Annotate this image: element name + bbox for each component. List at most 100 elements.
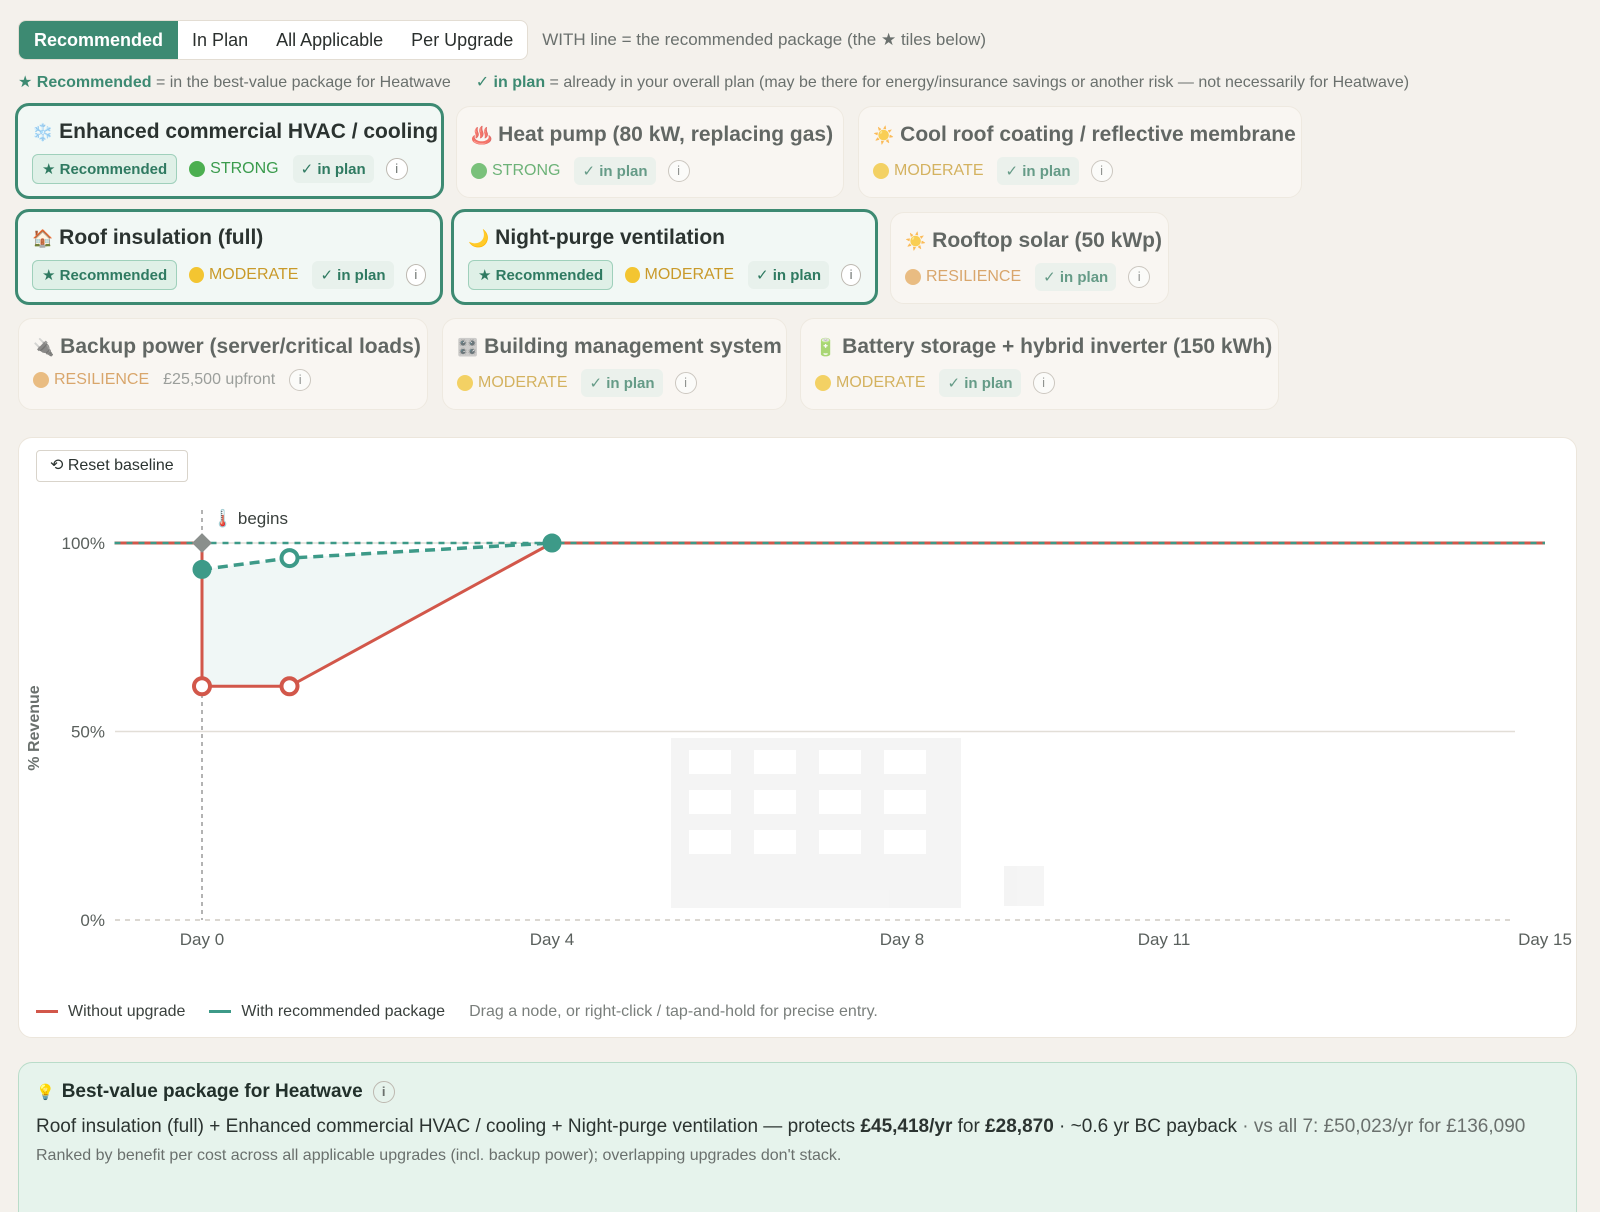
with-node[interactable] — [542, 533, 562, 553]
legend-with: With recommended package — [209, 1003, 445, 1021]
legend-recommended-text: = in the best-value package for Heatwave — [155, 74, 451, 91]
info-icon[interactable]: i — [841, 264, 861, 286]
y-tick-label: 0% — [80, 911, 105, 930]
tile-heat-pump[interactable]: ♨️ Heat pump (80 kW, replacing gas) STRON… — [456, 106, 844, 198]
upfront-cost: £25,500 upfront — [163, 371, 276, 388]
strength-label: MODERATE — [836, 374, 926, 391]
x-tick-label: Day 15 — [1518, 930, 1572, 949]
strength-dot — [471, 163, 487, 179]
x-tick-label: Day 4 — [530, 930, 574, 949]
tile-roof-insulation[interactable]: 🏠 Roof insulation (full) ★ Recommended MO… — [15, 209, 443, 305]
strength-label: MODERATE — [894, 162, 984, 179]
strength-label: MODERATE — [208, 266, 299, 283]
info-icon[interactable]: i — [289, 369, 312, 391]
tab-in-plan[interactable]: In Plan — [178, 21, 262, 59]
building-window — [689, 750, 731, 774]
in-plan-badge: ✓ in plan — [292, 155, 374, 183]
tile-rooftop-solar[interactable]: ☀️ Rooftop solar (50 kWp) RESILIENCE ✓ in… — [890, 212, 1169, 304]
package-for: for — [952, 1116, 986, 1137]
strength-label: STRONG — [492, 162, 561, 179]
in-plan-badge: ✓ in plan — [747, 261, 830, 289]
building-window — [689, 830, 731, 854]
info-icon[interactable]: i — [1090, 160, 1113, 182]
without-node[interactable] — [279, 676, 300, 697]
legend-without: Without upgrade — [36, 1003, 185, 1021]
strength-label: RESILIENCE — [926, 268, 1022, 285]
view-toolbar: Recommended In Plan All Applicable Per U… — [18, 20, 986, 60]
tab-all-applicable[interactable]: All Applicable — [262, 21, 397, 59]
tab-recommended[interactable]: Recommended — [19, 21, 179, 59]
chart-hint: Drag a node, or right-click / tap-and-ho… — [469, 1003, 878, 1020]
tile-title: Cool roof coating / reflective membrane — [900, 123, 1296, 146]
snowflake-icon: ❄️ — [32, 123, 54, 142]
recommended-badge: ★ Recommended — [468, 260, 614, 290]
tile-title: Enhanced commercial HVAC / cooling — [59, 120, 439, 143]
building-window — [819, 830, 861, 854]
sun-icon: ☀️ — [905, 232, 927, 251]
without-node[interactable] — [192, 676, 212, 697]
in-plan-badge: ✓ in plan — [574, 157, 656, 185]
strength-dot — [625, 267, 640, 283]
recommended-badge: ★ Recommended — [32, 154, 178, 184]
tab-per-upgrade[interactable]: Per Upgrade — [397, 21, 527, 59]
legend-recommended-label: ★ Recommended — [18, 74, 152, 91]
with-node[interactable] — [192, 559, 212, 579]
best-value-package-card: 💡 Best-value package for Heatwave i Roof… — [18, 1062, 1577, 1212]
benefit-area — [202, 543, 552, 687]
tile-bms[interactable]: 🎛️ Building management system MODERATE ✓ … — [442, 318, 787, 410]
tile-title: Night-purge ventilation — [495, 226, 725, 249]
sun-icon: ☀️ — [873, 126, 895, 145]
building-window — [754, 790, 796, 814]
package-vs-all: · vs all 7: £50,023/yr for £136,090 — [1237, 1116, 1526, 1137]
in-plan-badge: ✓ in plan — [312, 261, 394, 289]
strength-label: MODERATE — [644, 266, 734, 283]
strength-label: RESILIENCE — [54, 371, 150, 388]
tile-cool-roof[interactable]: ☀️ Cool roof coating / reflective membran… — [858, 106, 1302, 198]
plug-icon: 🔌 — [33, 338, 55, 357]
lightbulb-icon: 💡 — [36, 1084, 55, 1101]
y-tick-label: 50% — [71, 723, 105, 742]
tile-title: Backup power (server/critical loads) — [60, 335, 421, 358]
tab-hint: WITH line = the recommended package (the… — [542, 30, 986, 49]
house-icon: 🏠 — [32, 229, 54, 248]
y-tick-label: 100% — [62, 534, 105, 553]
tile-title: Building management system — [484, 335, 782, 358]
info-icon[interactable]: i — [1032, 372, 1055, 394]
in-plan-badge: ✓ in plan — [1035, 263, 1117, 291]
strength-label: STRONG — [210, 160, 279, 177]
info-icon[interactable]: i — [372, 1081, 395, 1103]
strength-dot — [815, 375, 831, 391]
in-plan-badge: ✓ in plan — [581, 369, 663, 397]
control-knobs-icon: 🎛️ — [457, 338, 479, 357]
strength-dot — [33, 372, 49, 388]
building-window — [819, 750, 861, 774]
package-note: Ranked by benefit per cost across all ap… — [36, 1147, 842, 1164]
tile-backup-power[interactable]: 🔌 Backup power (server/critical loads) RE… — [18, 318, 428, 410]
package-items: Roof insulation (full) + Enhanced commer… — [36, 1116, 861, 1137]
tile-title: Roof insulation (full) — [59, 226, 264, 249]
in-plan-badge: ✓ in plan — [997, 157, 1079, 185]
tile-enhanced-hvac[interactable]: ❄️ Enhanced commercial HVAC / cooling ★ R… — [15, 103, 444, 199]
view-tabs: Recommended In Plan All Applicable Per U… — [18, 20, 529, 60]
tile-battery-storage[interactable]: 🔋 Battery storage + hybrid inverter (150 … — [800, 318, 1279, 410]
info-icon[interactable]: i — [667, 160, 690, 182]
package-summary: Roof insulation (full) + Enhanced commer… — [36, 1113, 1559, 1141]
tile-night-purge[interactable]: 🌙 Night-purge ventilation ★ Recommended M… — [451, 209, 878, 305]
package-cost: £28,870 — [985, 1116, 1054, 1137]
building-window — [689, 790, 731, 814]
chart-legend: Without upgrade With recommended package… — [36, 1003, 878, 1021]
info-icon[interactable]: i — [385, 158, 408, 180]
revenue-chart[interactable]: 0% 50% 100% Day 0 Day 4 Day 8 Day 11 Day 15 % Re… — [19, 438, 1578, 998]
moon-icon: 🌙 — [468, 229, 490, 248]
with-node[interactable] — [279, 548, 300, 569]
strength-label: MODERATE — [478, 374, 568, 391]
legend-with-label: With recommended package — [241, 1003, 446, 1020]
building-window — [884, 790, 926, 814]
tile-legend: ★ Recommended = in the best-value packag… — [18, 72, 1409, 92]
building-watermark — [671, 738, 1044, 908]
info-icon[interactable]: i — [674, 372, 697, 394]
info-icon[interactable]: i — [405, 264, 426, 286]
info-icon[interactable]: i — [1128, 266, 1151, 288]
strength-dot — [905, 269, 921, 285]
recommended-badge: ★ Recommended — [32, 260, 178, 290]
